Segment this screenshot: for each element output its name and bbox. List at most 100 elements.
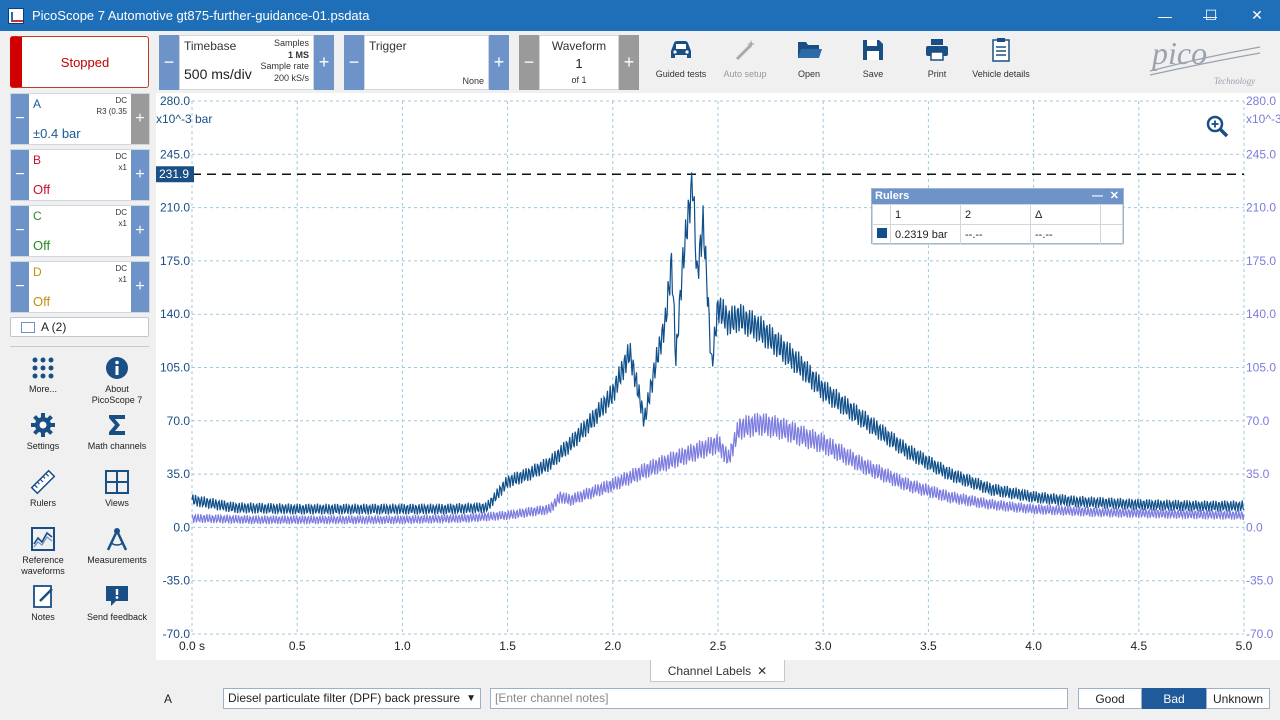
rulers-header-cell: 2 [960, 204, 1031, 225]
waveform-count: of 1 [571, 75, 587, 85]
rating-good-button[interactable]: Good [1078, 688, 1142, 709]
x-tick-label: 5.0 [1236, 639, 1253, 653]
measurements-button[interactable]: Measurements [84, 526, 150, 566]
channel-c-coupling: DC [115, 208, 127, 217]
channel-d-increase-button[interactable]: + [131, 262, 149, 312]
app-icon [8, 7, 24, 24]
scope-view[interactable]: 231.9 0.0 s 0.5 1.0 1.5 2.0 2.5 3.0 3.5 4.0 4.5 5.… [156, 93, 1280, 660]
channel-labels-close-icon[interactable]: ✕ [757, 664, 767, 678]
channel-c-range: Off [33, 238, 51, 253]
timebase-increase-button[interactable]: + [314, 35, 334, 90]
waveform-previous-button[interactable]: − [519, 35, 539, 90]
channel-a-increase-button[interactable]: + [131, 94, 149, 144]
notes-icon [33, 585, 53, 608]
auto-setup-button[interactable]: Auto setup [710, 35, 780, 90]
reference-waveforms-button[interactable]: Reference waveforms [10, 526, 76, 577]
math-channels-button[interactable]: Math channels [84, 412, 150, 452]
y-tick-label-right: 175.0 [1246, 254, 1276, 268]
waveform-number: 1 [575, 56, 583, 71]
guided-tests-button[interactable]: Guided tests [646, 35, 716, 90]
notes-label: Notes [31, 612, 55, 622]
timebase-control[interactable]: Timebase 500 ms/div Samples 1 MS Sample … [179, 35, 314, 90]
channel-c-decrease-button[interactable]: − [11, 206, 29, 256]
toolbar: Stopped − Timebase 500 ms/div Samples 1 … [0, 31, 1280, 93]
run-stop-button[interactable]: Stopped [10, 36, 149, 88]
svg-text:Technology: Technology [1214, 76, 1255, 86]
channel-d-decrease-button[interactable]: − [11, 262, 29, 312]
channel-label-select[interactable]: Diesel particulate filter (DPF) back pre… [223, 688, 481, 709]
close-button[interactable]: ✕ [1234, 0, 1280, 31]
run-stop-label: Stopped [60, 54, 110, 70]
waveform-next-button[interactable]: + [619, 35, 639, 90]
rulers-panel-title: Rulers [875, 190, 910, 202]
x-tick-label: 2.0 [604, 639, 621, 653]
guided-tests-label: Guided tests [655, 69, 707, 79]
trigger-control[interactable]: Trigger None [364, 35, 489, 90]
y-tick-label-right: -70.0 [1246, 627, 1274, 641]
ruler-icon [30, 469, 56, 495]
about-button[interactable]: About PicoScope 7 [84, 355, 150, 406]
title-bar: PicoScope 7 Automotive gt875-further-gui… [0, 0, 1280, 31]
rulers-button[interactable]: Rulers [10, 469, 76, 509]
tab-channel-labels[interactable]: Channel Labels ✕ [650, 660, 785, 682]
vehicle-details-button[interactable]: Vehicle details [966, 35, 1036, 90]
math-channel-a2-button[interactable]: A (2) [10, 317, 149, 337]
waveform-chart[interactable]: 231.9 0.0 s 0.5 1.0 1.5 2.0 2.5 3.0 3.5 4.0 4.5 5.… [156, 93, 1280, 660]
floppy-icon [863, 40, 883, 60]
rulers-label: Rulers [29, 498, 56, 508]
x-tick-label: 1.5 [499, 639, 516, 653]
trigger-value: None [462, 76, 484, 86]
more-button[interactable]: More... [10, 355, 76, 395]
trigger-increase-button[interactable]: + [489, 35, 509, 90]
settings-button[interactable]: Settings [10, 412, 76, 452]
y-unit-label-left: x10^-3 bar [156, 112, 212, 126]
channel-b-increase-button[interactable]: + [131, 150, 149, 200]
x-tick-label: 0.5 [289, 639, 306, 653]
channel-a-name: A [33, 97, 42, 111]
info-icon [106, 357, 128, 379]
channel-b-control[interactable]: − B DC x1 Off + [10, 149, 150, 201]
trigger-decrease-button[interactable]: − [344, 35, 364, 90]
notes-button[interactable]: Notes [10, 583, 76, 623]
wand-icon [735, 40, 755, 61]
channel-notes-input[interactable]: [Enter channel notes] [490, 688, 1068, 709]
ruler-value-label: 231.9 [159, 167, 189, 181]
y-tick-label-right: 0.0 [1246, 520, 1263, 534]
channel-d-control[interactable]: − D DC x1 Off + [10, 261, 150, 313]
vehicle-details-label: Vehicle details [972, 69, 1030, 79]
channel-a-decrease-button[interactable]: − [11, 94, 29, 144]
rulers-value-cell: 0.2319 bar [890, 224, 961, 245]
minimize-button[interactable]: — [1142, 0, 1188, 31]
save-button[interactable]: Save [838, 35, 908, 90]
views-button[interactable]: Views [84, 469, 150, 509]
print-button[interactable]: Print [902, 35, 972, 90]
y-tick-label-left: 210.0 [160, 201, 190, 215]
rulers-panel[interactable]: Rulers — ✕ 1 2 Δ 0.2319 bar --.-- --.-- [871, 188, 1124, 245]
rating-bad-button[interactable]: Bad [1142, 688, 1206, 709]
maximize-button[interactable]: ☐ [1188, 0, 1234, 31]
x-tick-label: 4.5 [1130, 639, 1147, 653]
waveform-control: Waveform 1 of 1 [539, 35, 619, 90]
left-sidebar: − A DC R3 (0.35 ±0.4 bar + − B DC x1 Off… [0, 93, 156, 720]
open-button[interactable]: Open [774, 35, 844, 90]
views-label: Views [105, 498, 129, 508]
channel-b-coupling: DC [115, 152, 127, 161]
zoom-icon[interactable] [1206, 115, 1229, 138]
channel-a-control[interactable]: − A DC R3 (0.35 ±0.4 bar + [10, 93, 150, 145]
channel-notes-placeholder: [Enter channel notes] [495, 691, 609, 705]
channel-b-decrease-button[interactable]: − [11, 150, 29, 200]
y-tick-label-right: 35.0 [1246, 467, 1270, 481]
channel-a-range: ±0.4 bar [33, 126, 81, 141]
channel-c-control[interactable]: − C DC x1 Off + [10, 205, 150, 257]
rating-unknown-button[interactable]: Unknown [1206, 688, 1270, 709]
timebase-decrease-button[interactable]: − [159, 35, 179, 90]
send-feedback-button[interactable]: Send feedback [84, 583, 150, 623]
rulers-value-cell: --.-- [960, 224, 1031, 245]
channel-c-increase-button[interactable]: + [131, 206, 149, 256]
rulers-minimize-icon[interactable]: — [1092, 189, 1103, 204]
channel-a-color-swatch [877, 228, 887, 238]
rulers-close-icon[interactable]: ✕ [1110, 189, 1119, 204]
timebase-label: Timebase [184, 39, 237, 53]
channel-label-value: Diesel particulate filter (DPF) back pre… [228, 691, 461, 705]
settings-label: Settings [26, 441, 60, 451]
